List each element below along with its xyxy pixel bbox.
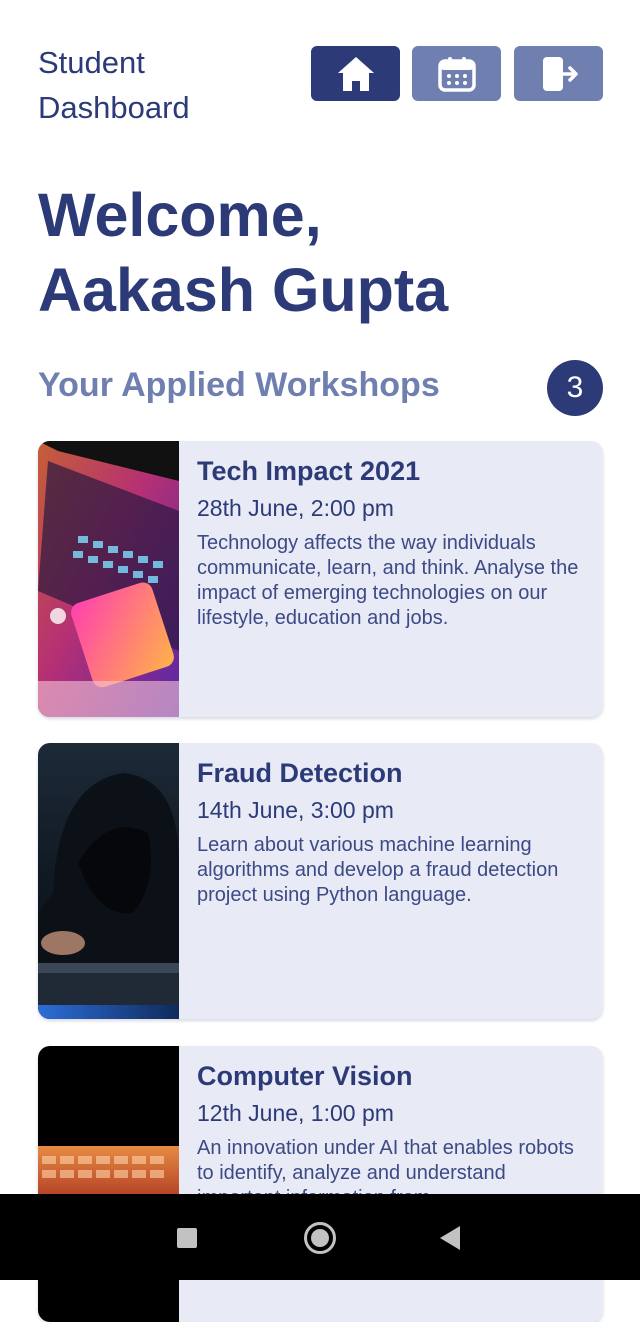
welcome-greeting: Welcome, (38, 181, 322, 249)
hacker-image (38, 743, 179, 1019)
workshop-date: 12th June, 1:00 pm (197, 1100, 394, 1126)
app-title: Student Dashboard (38, 45, 190, 125)
workshop-title: Fraud Detection (197, 758, 403, 788)
workshop-card[interactable]: Fraud Detection 14th June, 3:00 pm Learn… (38, 743, 603, 1019)
workshop-description: Technology affects the way individuals c… (197, 532, 579, 629)
recents-square-icon[interactable] (177, 1228, 197, 1248)
section-title: Your Applied Workshops (38, 366, 440, 404)
workshop-title: Computer Vision (197, 1061, 413, 1091)
workshop-content: Computer Vision 12th June, 1:00 pm An in… (197, 1058, 587, 1211)
workshop-content: Tech Impact 2021 28th June, 2:00 pm Tech… (197, 453, 587, 631)
home-circle-icon[interactable] (304, 1222, 336, 1254)
laptop-phone-image (38, 441, 179, 717)
logout-button[interactable] (514, 46, 603, 101)
workshop-description: Learn about various machine learning alg… (197, 834, 559, 906)
calendar-icon (437, 56, 476, 92)
workshop-card[interactable]: Computer Vision 12th June, 1:00 pm An in… (38, 1046, 603, 1322)
back-triangle-icon[interactable] (440, 1226, 460, 1250)
home-icon (337, 56, 374, 91)
workshop-content: Fraud Detection 14th June, 3:00 pm Learn… (197, 755, 587, 908)
welcome-heading: Welcome, Aakash Gupta (38, 178, 598, 328)
workshop-card[interactable]: Tech Impact 2021 28th June, 2:00 pm Tech… (38, 441, 603, 717)
workshop-title: Tech Impact 2021 (197, 456, 421, 486)
workshop-image (38, 743, 179, 1019)
workshop-image (38, 441, 179, 717)
workshop-image (38, 1046, 179, 1322)
workshop-date: 14th June, 3:00 pm (197, 797, 394, 823)
welcome-name: Aakash Gupta (38, 256, 449, 324)
keyboard-image (38, 1046, 179, 1322)
workshop-count-badge: 3 (547, 360, 603, 416)
calendar-button[interactable] (412, 46, 501, 101)
logout-icon (542, 56, 578, 91)
home-button[interactable] (311, 46, 400, 101)
workshop-date: 28th June, 2:00 pm (197, 495, 394, 521)
